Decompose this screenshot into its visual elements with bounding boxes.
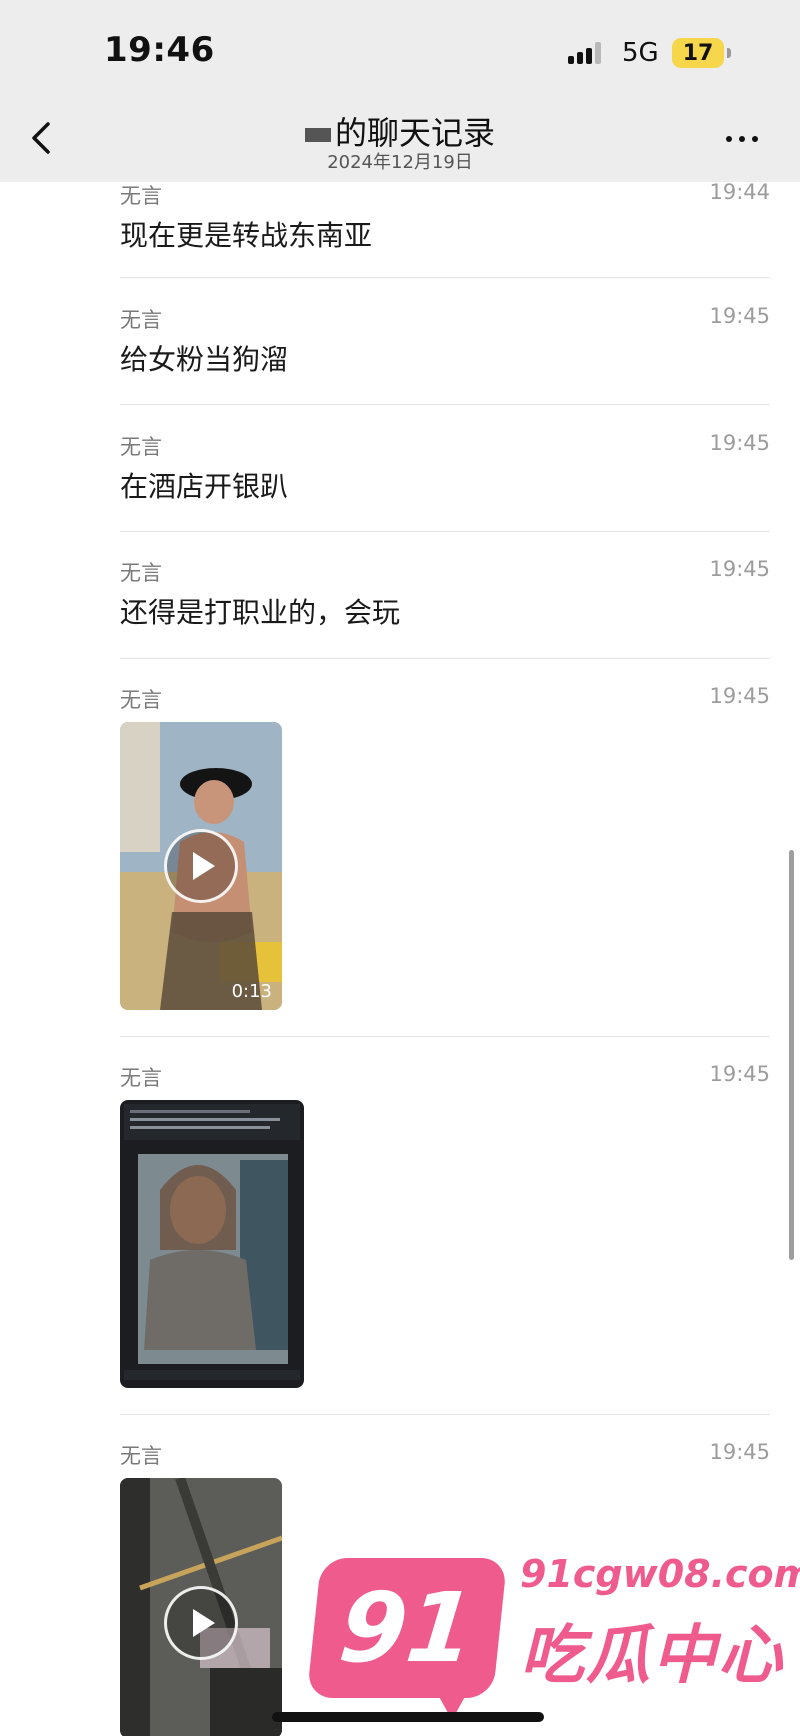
divider: [120, 1414, 770, 1415]
sender-name: 无言: [120, 688, 162, 712]
more-button[interactable]: [726, 136, 758, 142]
play-icon[interactable]: [164, 1586, 238, 1660]
watermark: 91 91cgw08.com 吃瓜中心: [306, 1552, 800, 1736]
home-indicator[interactable]: [272, 1712, 544, 1722]
message-time: 19:45: [709, 431, 770, 455]
watermark-badge-text: 91: [334, 1572, 480, 1684]
battery-tip: [727, 48, 731, 58]
more-dot-icon: [739, 136, 745, 142]
sender-name: 无言: [120, 1066, 162, 1090]
divider: [120, 1036, 770, 1037]
sender-name: 无言: [120, 308, 162, 332]
battery-icon: 17: [672, 38, 724, 68]
message-text[interactable]: 在酒店开银趴: [120, 465, 288, 505]
message-item: 无言 19:44 现在更是转战东南亚: [120, 180, 770, 260]
message-time: 19:44: [709, 180, 770, 204]
status-time: 19:46: [104, 30, 215, 70]
page-subtitle: 2024年12月19日: [327, 152, 473, 173]
watermark-name: 吃瓜中心: [520, 1619, 784, 1693]
message-time: 19:45: [709, 1062, 770, 1086]
sender-name: 无言: [120, 561, 162, 585]
message-time: 19:45: [709, 557, 770, 581]
message-time: 19:45: [709, 304, 770, 328]
message-text[interactable]: 还得是打职业的，会玩: [120, 591, 400, 631]
video-thumbnail[interactable]: 0:13: [120, 722, 282, 1010]
message-item: 无言 19:45 还得是打职业的，会玩: [120, 557, 770, 637]
message-item: 无言 19:45 0:13: [120, 684, 770, 1024]
watermark-domain: 91cgw08.com: [520, 1552, 800, 1596]
divider: [120, 277, 770, 278]
message-text[interactable]: 给女粉当狗溜: [120, 338, 288, 378]
sender-name: 无言: [120, 184, 162, 208]
message-item: 无言 19:45 在酒店开银趴: [120, 431, 770, 511]
page-title-text: 的聊天记录: [334, 114, 495, 152]
divider: [120, 658, 770, 659]
scrollbar[interactable]: [789, 850, 794, 1260]
battery-level: 17: [682, 40, 714, 66]
signal-icon: [568, 42, 601, 64]
sender-name: 无言: [120, 435, 162, 459]
message-item: 无言 19:45: [120, 1062, 770, 1402]
divider: [120, 531, 770, 532]
more-dot-icon: [726, 136, 732, 142]
message-time: 19:45: [709, 1440, 770, 1464]
chat-screenshot-image: [120, 1100, 304, 1388]
play-icon[interactable]: [164, 829, 238, 903]
image-thumbnail[interactable]: [120, 1100, 304, 1388]
watermark-logo: 91: [306, 1558, 508, 1698]
sender-name: 无言: [120, 1444, 162, 1468]
network-type: 5G: [622, 38, 659, 68]
message-item: 无言 19:45 给女粉当狗溜: [120, 304, 770, 384]
message-time: 19:45: [709, 684, 770, 708]
redaction-block: [304, 128, 331, 142]
message-text[interactable]: 现在更是转战东南亚: [120, 214, 372, 254]
video-thumbnail[interactable]: [120, 1478, 282, 1736]
video-duration: 0:13: [231, 981, 272, 1002]
divider: [120, 404, 770, 405]
header: 19:46 5G 17 的聊天记录 2024年12月19日: [0, 0, 800, 182]
more-dot-icon: [752, 136, 758, 142]
